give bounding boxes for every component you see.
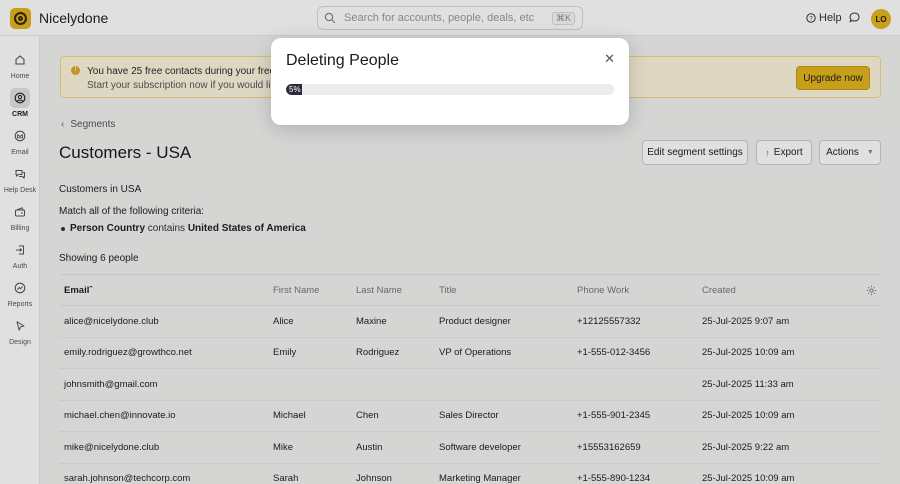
dialog-title: Deleting People bbox=[286, 52, 399, 69]
close-icon[interactable]: ✕ bbox=[604, 52, 615, 65]
progress-percent: 5% bbox=[289, 85, 301, 94]
delete-progress-bar: 5% bbox=[286, 84, 614, 95]
deleting-people-dialog: Deleting People ✕ 5% bbox=[271, 38, 629, 125]
